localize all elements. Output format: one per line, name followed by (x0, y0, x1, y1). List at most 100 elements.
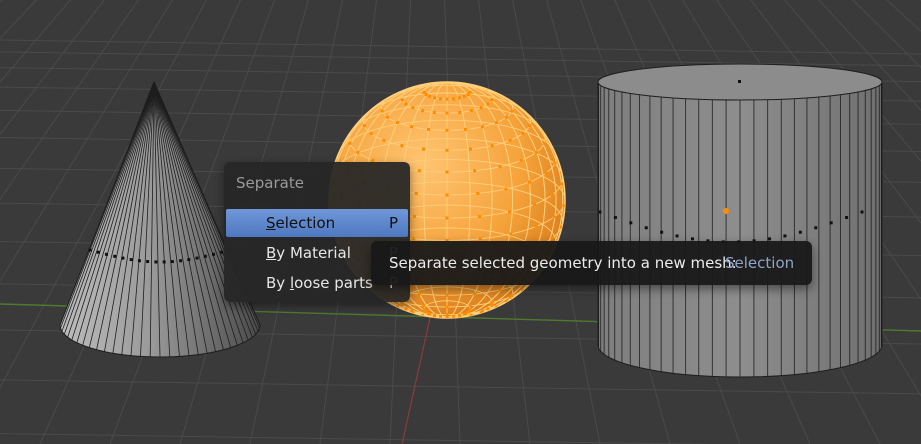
shortcut-key: P (388, 214, 398, 232)
sphere-vertex (439, 314, 443, 318)
sphere-vertex (451, 97, 455, 101)
sphere-vertex (356, 150, 360, 154)
sphere-vertex (490, 98, 494, 102)
sphere-vertex (463, 127, 467, 131)
cylinder-vertex (768, 237, 772, 241)
viewport-scene (0, 0, 921, 444)
sphere-vertex (362, 124, 366, 128)
sphere-vertex (445, 293, 449, 297)
sphere-vertex (490, 144, 494, 148)
sphere-vertex (462, 312, 466, 316)
sphere-vertex (510, 293, 514, 297)
grid-line (0, 433, 718, 444)
sphere-vertex (544, 171, 548, 175)
sphere-vertex (428, 312, 432, 316)
cylinder-vertex (690, 237, 694, 241)
cone-vertex (212, 252, 216, 256)
sphere-vertex (445, 148, 449, 152)
sphere-vertex (528, 124, 532, 128)
sphere-vertex (509, 232, 513, 236)
sphere-vertex (421, 109, 425, 113)
cone-vertex (187, 258, 191, 262)
sphere-vertex (404, 102, 408, 106)
sphere-vertex (466, 93, 470, 97)
y-axis-line (401, 299, 435, 444)
sphere-vertex (421, 147, 425, 151)
menu-title: Separate (236, 174, 304, 192)
sphere-vertex (369, 132, 373, 136)
cone-vertex (96, 250, 100, 254)
cylinder-object[interactable] (597, 63, 883, 378)
sphere-vertex (414, 191, 418, 195)
cone-vertex (203, 254, 207, 258)
cylinder-vertex (814, 226, 818, 230)
cylinder-vertex (660, 230, 664, 234)
sphere-vertex (473, 169, 477, 173)
cone-vertex (104, 252, 108, 256)
sphere-vertex (462, 94, 466, 98)
sphere-vertex (410, 125, 414, 129)
sphere-vertex (382, 138, 386, 142)
3d-viewport[interactable]: Separate Selection P By Material P By lo… (0, 0, 921, 444)
sphere-vertex (422, 90, 426, 94)
sphere-vertex (521, 132, 525, 136)
sphere-vertex (469, 147, 473, 151)
sphere-vertex (427, 127, 431, 131)
sphere-vertex (504, 187, 508, 191)
sphere-vertex (445, 128, 449, 132)
sphere-vertex (404, 307, 408, 311)
sphere-vertex (508, 138, 512, 142)
sphere-vertex (486, 102, 490, 106)
sphere-vertex (395, 121, 399, 125)
sphere-vertex (451, 314, 455, 318)
sphere-vertex (385, 115, 389, 119)
menu-item-selection[interactable]: Selection P (226, 209, 408, 237)
sphere-vertex (380, 109, 384, 113)
sphere-vertex (400, 98, 404, 102)
sphere-vertex (510, 109, 514, 113)
sphere-vertex (445, 305, 449, 309)
sphere-vertex (445, 315, 449, 318)
sphere-vertex (508, 210, 512, 214)
sphere-vertex (476, 191, 480, 195)
cylinder-vertex (675, 234, 679, 238)
sphere-vertex (479, 106, 483, 110)
sphere-vertex (412, 237, 416, 241)
cylinder-vertex (613, 216, 617, 220)
cylinder-vertex (598, 210, 602, 214)
sphere-vertex (422, 308, 426, 312)
cone-vertex (146, 260, 150, 264)
sphere-vertex (532, 202, 536, 206)
sphere-vertex (412, 214, 416, 218)
cone-vertex (137, 259, 141, 263)
sphere-vertex (417, 292, 421, 296)
tooltip-description: Separate selected geometry into a new me… (389, 254, 737, 272)
cone-vertex (170, 260, 174, 264)
sphere-vertex (505, 115, 509, 119)
sphere-vertex (433, 96, 437, 100)
sphere-vertex (498, 288, 502, 292)
tooltip-operator-name: Selection (725, 254, 795, 272)
menu-item-label: By Material (266, 244, 351, 262)
sphere-vertex (421, 304, 425, 308)
sphere-vertex (466, 310, 470, 314)
sphere-vertex (486, 307, 490, 311)
cone-vertex (154, 260, 158, 264)
sphere-vertex (439, 97, 443, 101)
sphere-vertex (534, 224, 538, 228)
cone-vertex (88, 248, 92, 252)
sphere-vertex (550, 236, 554, 240)
cylinder-vertex (798, 230, 802, 234)
cone-vertex (162, 260, 166, 264)
cylinder-vertex (629, 221, 633, 225)
sphere-vertex (527, 180, 531, 184)
cone-vertex (195, 256, 199, 260)
sphere-vertex (560, 182, 564, 186)
sphere-vertex (469, 109, 473, 113)
sphere-vertex (519, 158, 523, 162)
sphere-vertex (348, 141, 352, 145)
menu-item-label: By loose parts (266, 274, 373, 292)
sphere-vertex (400, 144, 404, 148)
cylinder-vertex (860, 210, 864, 214)
sphere-vertex (478, 237, 482, 241)
